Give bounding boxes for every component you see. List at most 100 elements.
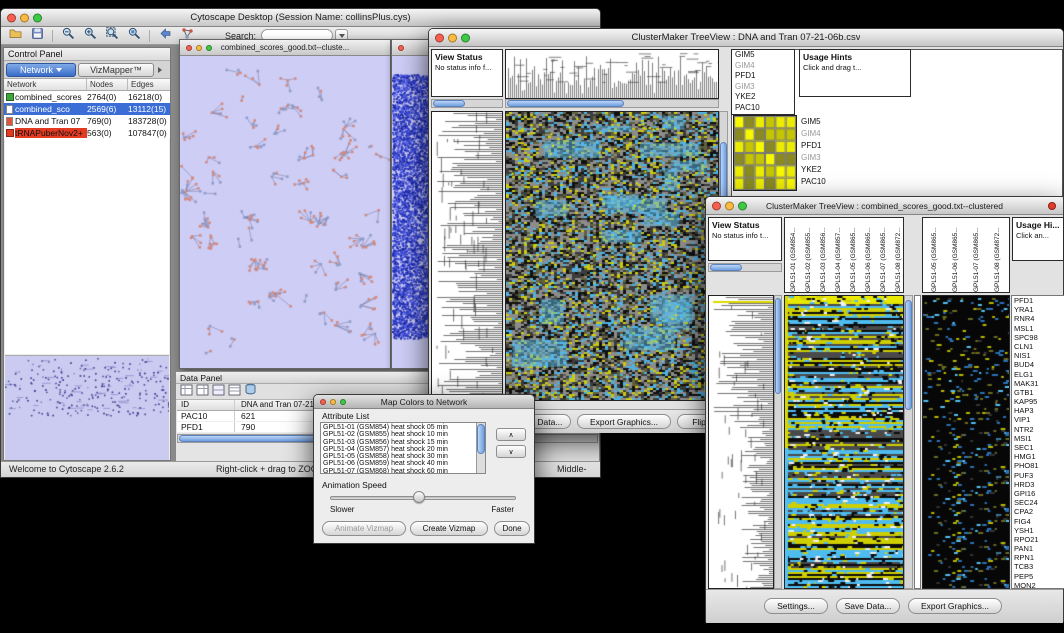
network-row[interactable]: tRNAPuberNov2+ 563(0) 107847(0) [4,127,170,139]
tab-overflow-icon[interactable] [158,67,162,73]
gene-label[interactable]: RNR4 [1012,314,1064,323]
gene-label[interactable]: NTR2 [1012,425,1064,434]
network-canvas[interactable] [180,56,390,368]
close-button[interactable] [712,201,721,210]
gene-label[interactable]: YSH1 [1012,526,1064,535]
scrollbar-thumb[interactable] [905,300,912,410]
zoom-button[interactable] [33,13,42,22]
animate-vizmap-button[interactable]: Animate Vizmap [322,521,406,536]
dialog-titlebar[interactable]: Map Colors to Network [314,395,534,409]
heatmap-canvas[interactable] [784,295,904,589]
gene-label[interactable]: MSI1 [1012,434,1064,443]
gene-label[interactable]: GIM4 [732,61,794,72]
gene-label[interactable]: PEP5 [1012,572,1064,581]
close-button[interactable] [320,399,326,405]
settings-button[interactable]: Settings... [764,598,828,614]
heatmap-canvas[interactable] [505,111,719,401]
create-vizmap-button[interactable]: Create Vizmap [410,521,488,536]
move-up-button[interactable]: ∧ [496,428,526,441]
gene-label[interactable]: CPA2 [1012,507,1064,516]
gene-label[interactable]: MON2 [1012,581,1064,589]
vertical-scrollbar[interactable] [904,295,913,589]
gene-label[interactable]: RPO21 [1012,535,1064,544]
attribute-item[interactable]: GPL51-03 (GSM856) heat shock 15 min [321,439,475,446]
gene-label[interactable]: YKE2 [732,92,794,103]
gene-label[interactable]: ELG1 [1012,370,1064,379]
window-badge-icon[interactable] [1048,202,1056,210]
gene-label[interactable]: BUD4 [1012,360,1064,369]
gene-label[interactable]: NIS1 [1012,351,1064,360]
close-button[interactable] [435,33,444,42]
network-row[interactable]: combined_scores 2764(0) 16218(0) [4,91,170,103]
horizontal-scrollbar[interactable] [431,99,503,108]
gene-label[interactable]: SEC1 [1012,443,1064,452]
gene-label[interactable]: KAP95 [1012,397,1064,406]
grid-icon[interactable] [196,383,209,401]
export-graphics-button[interactable]: Export Graphics... [577,414,671,429]
gene-label[interactable]: SEC24 [1012,498,1064,507]
grid-icon[interactable] [180,383,193,401]
gene-label[interactable]: GIM4 [801,128,826,140]
gene-label[interactable]: PAC10 [732,103,794,114]
minimize-button[interactable] [20,13,29,22]
gene-label[interactable]: RPN1 [1012,553,1064,562]
network-overview-thumbnail[interactable] [5,355,169,460]
zoom-heatmap-canvas[interactable] [922,295,1010,589]
scrollbar-thumb[interactable] [433,100,465,107]
attribute-item[interactable]: GPL51-06 (GSM859) heat shock 40 min [321,460,475,467]
save-button[interactable] [27,28,47,44]
grid-icon[interactable] [212,383,225,401]
grid-icon[interactable] [228,383,241,401]
vertical-scrollbar[interactable] [774,295,782,589]
gene-label[interactable]: MAK31 [1012,379,1064,388]
attribute-item[interactable]: GPL51-05 (GSM858) heat shock 30 min [321,453,475,460]
gene-label[interactable]: PFD1 [801,140,826,152]
zoom-fit-button[interactable] [102,28,122,44]
attribute-item[interactable]: GPL51-02 (GSM855) heat shock 10 min [321,431,475,438]
zoom-button[interactable] [738,201,747,210]
gene-label[interactable]: PUF3 [1012,471,1064,480]
row-dendrogram[interactable] [708,295,774,589]
network-row[interactable]: DNA and Tran 07 769(0) 183728(0) [4,115,170,127]
close-button[interactable] [398,45,404,51]
network-row-selected[interactable]: combined_sco 2569(6) 13112(15) [4,103,170,115]
network-view-titlebar[interactable]: combined_scores_good.txt--cluste... [180,40,390,56]
correlation-matrix[interactable] [733,115,797,191]
zoom-selected-button[interactable] [124,28,144,44]
save-data-button[interactable]: Save Data... [836,598,900,614]
zoom-button[interactable] [461,33,470,42]
gene-label[interactable]: GIM3 [732,82,794,93]
gene-label[interactable]: CLN1 [1012,342,1064,351]
attribute-list[interactable]: GPL51-01 (GSM854) heat shock 05 minGPL51… [320,422,486,474]
close-button[interactable] [186,45,192,51]
gene-label[interactable]: PFD1 [732,71,794,82]
export-graphics-button[interactable]: Export Graphics... [908,598,1002,614]
vertical-scrollbar[interactable] [476,423,485,473]
attribute-item[interactable]: GPL51-01 (GSM854) heat shock 05 min [321,424,475,431]
gene-label[interactable]: YKE2 [801,164,826,176]
horizontal-scrollbar[interactable] [708,263,782,272]
gene-label[interactable]: TCB3 [1012,562,1064,571]
tab-network[interactable]: Network [6,63,76,77]
gene-label[interactable]: PAN1 [1012,544,1064,553]
gene-label[interactable]: PFD1 [1012,296,1064,305]
gene-label[interactable]: PAC10 [801,176,826,188]
database-icon[interactable] [244,383,257,401]
treeview-combined-titlebar[interactable]: ClusterMaker TreeView : combined_scores_… [706,197,1063,215]
done-button[interactable]: Done [494,521,530,536]
speed-slider-knob[interactable] [413,491,425,503]
zoom-in-button[interactable] [80,28,100,44]
gene-label[interactable]: GIM5 [732,50,794,61]
birdseye-button[interactable] [155,28,175,44]
row-dendrogram[interactable] [431,111,503,401]
gene-label[interactable]: HAP3 [1012,406,1064,415]
gene-label[interactable]: GPI16 [1012,489,1064,498]
cytoscape-titlebar[interactable]: Cytoscape Desktop (Session Name: collins… [1,9,600,27]
minimize-button[interactable] [725,201,734,210]
gene-label[interactable]: FIG4 [1012,517,1064,526]
scrollbar-thumb[interactable] [775,298,781,394]
zoom-out-button[interactable] [58,28,78,44]
scrollbar-thumb[interactable] [710,264,742,271]
close-button[interactable] [7,13,16,22]
column-dendrogram[interactable] [505,49,719,99]
